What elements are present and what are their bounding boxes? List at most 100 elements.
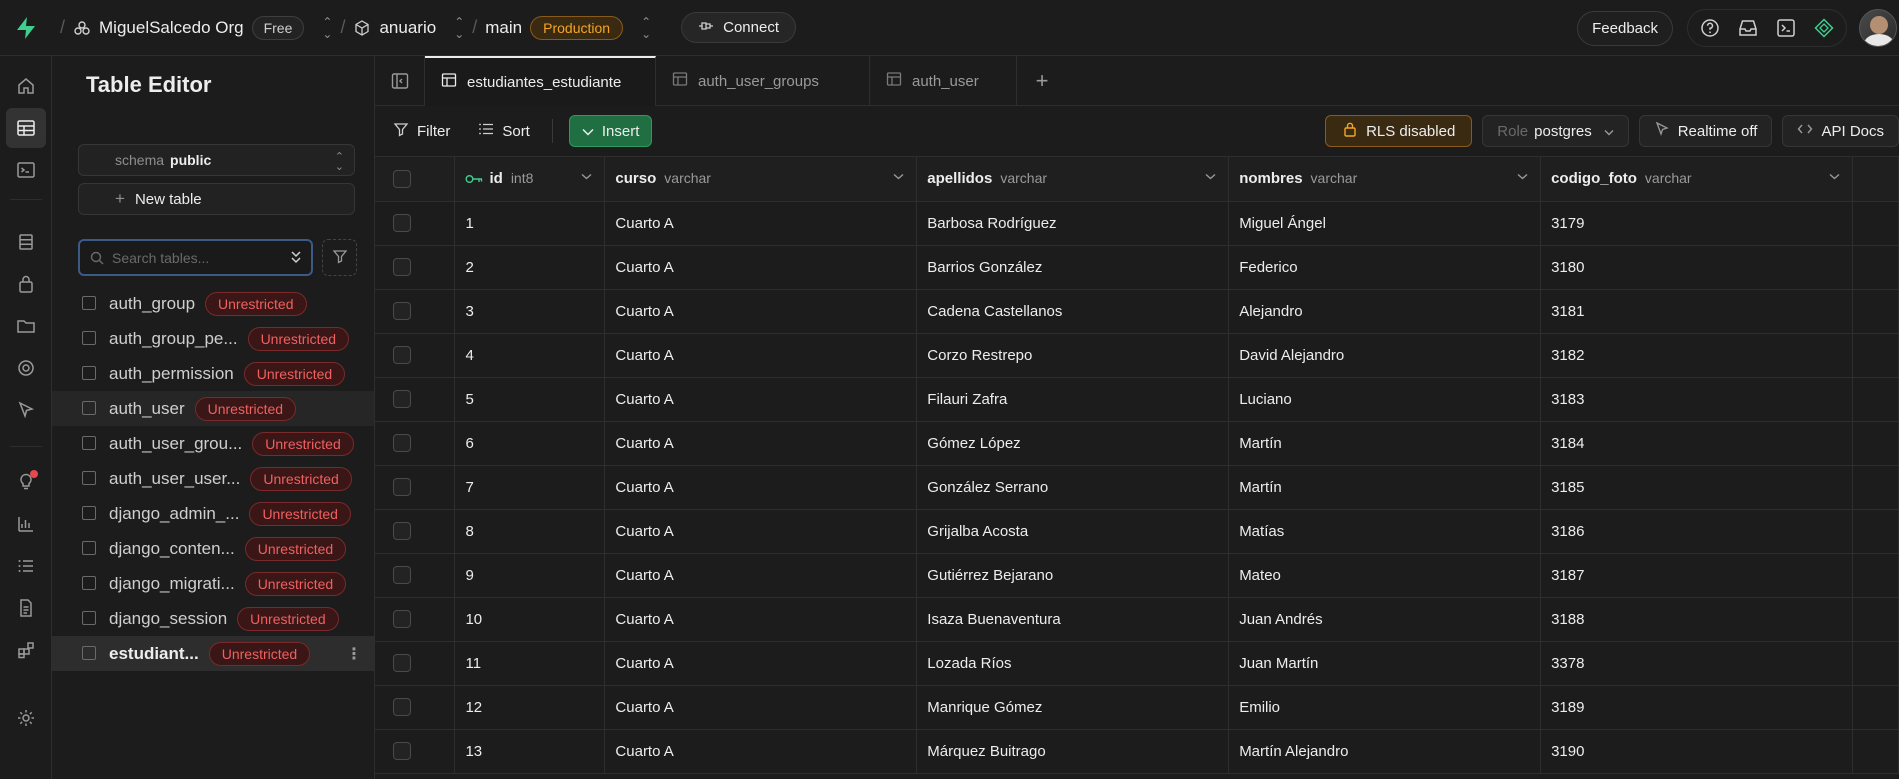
list-item[interactable]: auth_permission Unrestricted <box>52 356 374 391</box>
sql-editor-icon[interactable] <box>6 150 46 190</box>
chevron-down-icon[interactable] <box>1517 171 1528 183</box>
feedback-button[interactable]: Feedback <box>1577 10 1673 46</box>
table-cell[interactable]: Filauri Zafra <box>916 377 1230 422</box>
table-cell[interactable]: Gómez López <box>916 421 1230 466</box>
table-cell[interactable]: Manrique Gómez <box>916 685 1230 730</box>
table-cell[interactable]: 10 <box>454 597 606 642</box>
row-checkbox[interactable] <box>393 610 411 629</box>
tab-auth-user[interactable]: auth_user <box>870 56 1017 106</box>
role-select[interactable]: Role postgres <box>1482 115 1629 147</box>
collapse-chevrons-icon[interactable] <box>289 249 303 268</box>
project-switcher-chevron-icon[interactable]: ⌃ ⌄ <box>454 16 464 40</box>
table-cell[interactable]: David Alejandro <box>1228 333 1542 378</box>
table-cell[interactable]: Mateo <box>1228 553 1542 598</box>
database-icon[interactable] <box>6 222 46 262</box>
table-cell[interactable]: Martín Alejandro <box>1228 729 1542 774</box>
table-cell[interactable]: 11 <box>454 641 606 686</box>
table-cell[interactable]: Cuarto A <box>604 685 918 730</box>
column-header-add[interactable] <box>1852 157 1899 202</box>
table-cell[interactable]: Cuarto A <box>604 641 918 686</box>
row-checkbox[interactable] <box>393 258 411 277</box>
api-docs-file-icon[interactable] <box>6 588 46 628</box>
column-header-id[interactable]: id int8 <box>454 157 606 202</box>
table-cell[interactable]: 6 <box>454 421 606 466</box>
table-cell[interactable]: 3188 <box>1540 597 1853 642</box>
table-cell[interactable]: Matías <box>1228 509 1542 554</box>
project-breadcrumb[interactable]: anuario ⌃ ⌄ <box>353 16 464 40</box>
list-item[interactable]: django_session Unrestricted <box>52 601 374 636</box>
column-header-curso[interactable]: curso varchar <box>604 157 918 202</box>
table-row[interactable]: 5 Cuarto A Filauri Zafra Luciano 3183 <box>375 377 1899 422</box>
list-item[interactable]: auth_user_user... Unrestricted <box>52 461 374 496</box>
table-cell[interactable]: 7 <box>454 465 606 510</box>
table-cell[interactable]: 3190 <box>1540 729 1853 774</box>
table-cell[interactable]: Barrios González <box>916 245 1230 290</box>
table-cell[interactable]: 3378 <box>1540 641 1853 686</box>
row-checkbox[interactable] <box>393 522 411 541</box>
table-cell[interactable]: 3189 <box>1540 685 1853 730</box>
new-table-button[interactable]: + New table <box>78 183 355 215</box>
table-row[interactable]: 6 Cuarto A Gómez López Martín 3184 <box>375 421 1899 466</box>
table-cell[interactable]: Grijalba Acosta <box>916 509 1230 554</box>
table-row[interactable]: 2 Cuarto A Barrios González Federico 3180 <box>375 245 1899 290</box>
chevron-down-icon[interactable] <box>1205 171 1216 183</box>
table-cell[interactable]: 4 <box>454 333 606 378</box>
list-item[interactable]: estudiant... Unrestricted ⋮ <box>52 636 374 671</box>
settings-gear-icon[interactable] <box>6 698 46 738</box>
realtime-icon[interactable] <box>6 348 46 388</box>
table-cell[interactable]: 8 <box>454 509 606 554</box>
table-cell[interactable]: Cuarto A <box>604 245 918 290</box>
list-item[interactable]: django_admin_... Unrestricted <box>52 496 374 531</box>
branch-breadcrumb[interactable]: main Production ⌃ ⌄ <box>485 15 651 40</box>
row-checkbox[interactable] <box>393 742 411 761</box>
table-cell[interactable]: Luciano <box>1228 377 1542 422</box>
row-checkbox[interactable] <box>393 654 411 673</box>
table-cell[interactable]: Alejandro <box>1228 289 1542 334</box>
table-cell[interactable]: Cuarto A <box>604 597 918 642</box>
branch-switcher-chevron-icon[interactable]: ⌃ ⌄ <box>641 16 651 40</box>
table-cell[interactable]: Martín <box>1228 421 1542 466</box>
connect-button[interactable]: Connect <box>681 12 796 43</box>
select-all-checkbox[interactable] <box>393 169 411 188</box>
table-cell[interactable]: Cuarto A <box>604 465 918 510</box>
table-cell[interactable]: 13 <box>454 729 606 774</box>
column-header-nombres[interactable]: nombres varchar <box>1228 157 1542 202</box>
chevron-down-icon[interactable] <box>893 171 904 183</box>
reports-chart-icon[interactable] <box>6 504 46 544</box>
table-cell[interactable]: Márquez Buitrago <box>916 729 1230 774</box>
table-cell[interactable]: 3186 <box>1540 509 1853 554</box>
sort-button[interactable]: Sort <box>464 114 544 148</box>
list-item[interactable]: django_migrati... Unrestricted <box>52 566 374 601</box>
assistant-diamond-icon[interactable] <box>1810 14 1838 42</box>
row-checkbox[interactable] <box>393 566 411 585</box>
table-cell[interactable]: Miguel Ángel <box>1228 201 1542 246</box>
schema-select[interactable]: schema public ⌃ ⌄ <box>78 144 355 176</box>
table-cell[interactable]: 5 <box>454 377 606 422</box>
table-cell[interactable]: 3187 <box>1540 553 1853 598</box>
filter-button[interactable]: Filter <box>379 114 464 148</box>
table-cell[interactable]: Cuarto A <box>604 333 918 378</box>
table-cell[interactable]: Emilio <box>1228 685 1542 730</box>
table-cell[interactable]: 3179 <box>1540 201 1853 246</box>
table-cell[interactable]: 9 <box>454 553 606 598</box>
tab-estudiantes-estudiante[interactable]: estudiantes_estudiante <box>425 56 656 106</box>
realtime-button[interactable]: Realtime off <box>1638 115 1773 147</box>
table-cell[interactable]: Martín <box>1228 465 1542 510</box>
list-item[interactable]: auth_group Unrestricted <box>52 286 374 321</box>
table-row[interactable]: 4 Cuarto A Corzo Restrepo David Alejandro 31… <box>375 333 1899 378</box>
cursor-pointer-icon[interactable] <box>6 390 46 430</box>
table-cell[interactable]: Gutiérrez Bejarano <box>916 553 1230 598</box>
chevron-down-icon[interactable] <box>581 171 592 183</box>
chevron-down-icon[interactable] <box>1829 171 1840 183</box>
table-cell[interactable]: 3 <box>454 289 606 334</box>
row-checkbox[interactable] <box>393 390 411 409</box>
table-cell[interactable]: Juan Martín <box>1228 641 1542 686</box>
table-row[interactable]: 13 Cuarto A Márquez Buitrago Martín Alejand… <box>375 729 1899 774</box>
table-cell[interactable]: Cuarto A <box>604 553 918 598</box>
table-cell[interactable]: Lozada Ríos <box>916 641 1230 686</box>
row-checkbox[interactable] <box>393 214 411 233</box>
search-tables-input[interactable] <box>112 249 272 266</box>
help-icon[interactable] <box>1696 14 1724 42</box>
org-breadcrumb[interactable]: MiguelSalcedo Org Free ⌃ ⌄ <box>73 15 332 40</box>
terminal-icon[interactable] <box>1772 14 1800 42</box>
